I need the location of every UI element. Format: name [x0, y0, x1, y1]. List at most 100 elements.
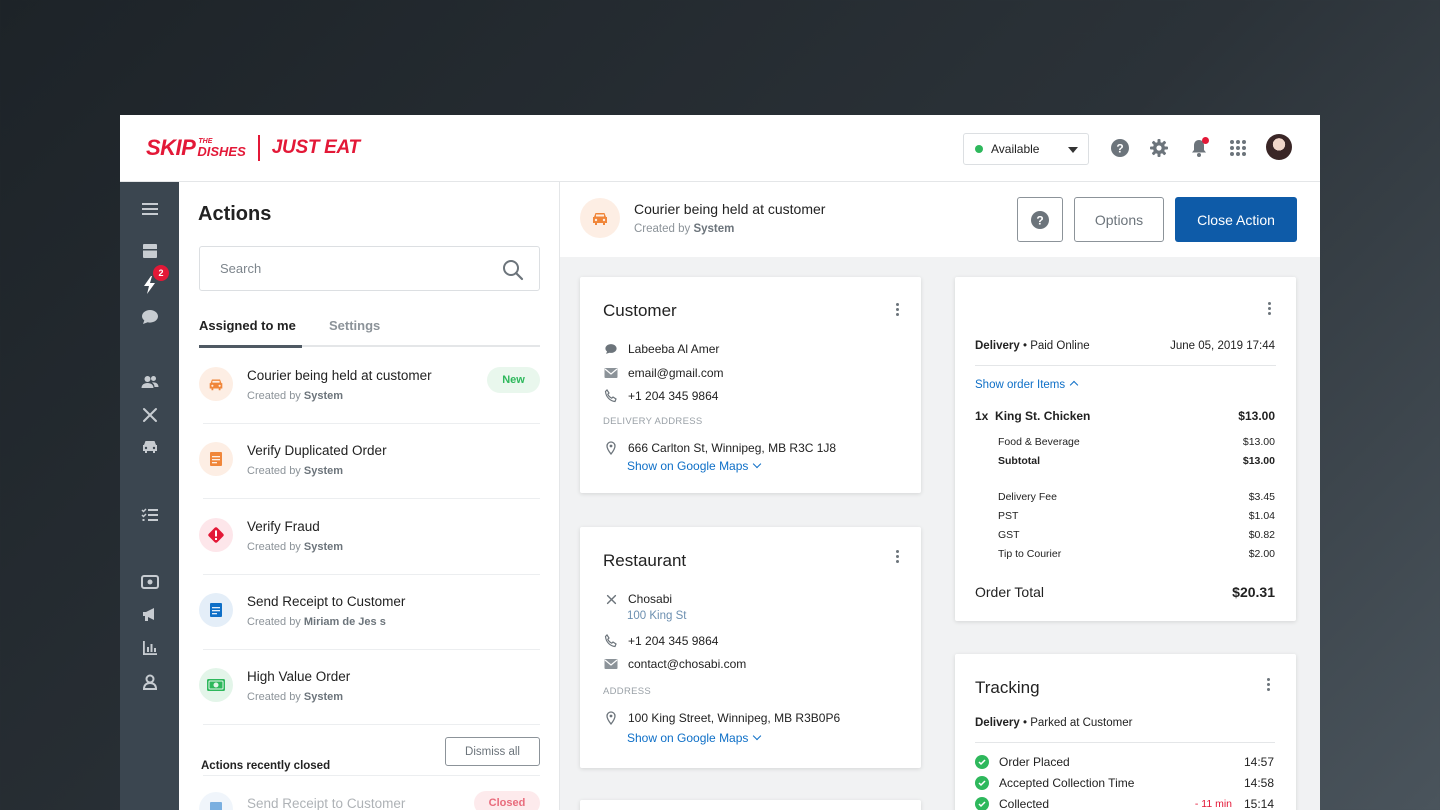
step-label: Collected: [999, 797, 1050, 810]
search-input[interactable]: [220, 261, 480, 276]
orders-icon[interactable]: [140, 241, 160, 261]
tracking-type: Delivery: [975, 717, 1020, 729]
check-circle-icon: [975, 755, 989, 769]
options-button[interactable]: Options: [1074, 197, 1164, 242]
order-total-row: Order Total $20.31: [975, 584, 1275, 600]
user-avatar[interactable]: [1266, 134, 1292, 160]
search-box[interactable]: [199, 246, 540, 291]
created-prefix: Created by: [247, 691, 301, 703]
show-order-items-toggle[interactable]: Show order Items: [975, 379, 1079, 391]
order-type: Delivery: [975, 340, 1020, 352]
availability-select[interactable]: Available: [963, 133, 1089, 165]
customer-phone[interactable]: +1 204 345 9864: [628, 389, 718, 403]
customer-email-row: email@gmail.com: [603, 365, 724, 381]
step-time: 14:58: [1243, 776, 1274, 790]
admin-icon[interactable]: [140, 672, 160, 692]
receipt-icon: [199, 593, 233, 627]
restaurant-street: 100 King St: [627, 610, 687, 622]
couriers-icon[interactable]: [140, 436, 160, 456]
payments-icon[interactable]: [140, 572, 160, 592]
tasks-icon[interactable]: [140, 505, 160, 525]
action-created-by: Created by Miriam de Jes s: [247, 616, 386, 628]
more-options-icon[interactable]: [1267, 678, 1271, 694]
customers-icon[interactable]: [140, 372, 160, 392]
apps-grid-icon[interactable]: [1228, 138, 1248, 158]
created-prefix: Created by: [247, 390, 301, 402]
more-options-icon[interactable]: [896, 550, 900, 566]
customer-email[interactable]: email@gmail.com: [628, 366, 724, 380]
restaurant-email[interactable]: contact@chosabi.com: [628, 657, 746, 671]
action-item[interactable]: Verify Fraud Created by System: [199, 500, 540, 575]
restaurants-icon[interactable]: [140, 405, 160, 425]
created-by-name: System: [303, 691, 344, 703]
phone-icon: [603, 633, 619, 649]
action-created-by: Created by System: [247, 390, 343, 402]
tracking-status-row: Delivery • Parked at Customer: [975, 717, 1133, 729]
restaurant-card: Restaurant Chosabi 100 King St +1 204 34…: [580, 527, 921, 768]
brand-logo[interactable]: SKIP THE DISHES JUST EAT: [146, 135, 360, 161]
price-line: GST $0.82: [998, 529, 1275, 541]
action-created-by: Created by System: [247, 541, 343, 553]
action-item[interactable]: Verify Duplicated Order Created by Syste…: [199, 424, 540, 499]
price-line: Tip to Courier $2.00: [998, 548, 1275, 560]
card-title: Customer: [603, 301, 677, 320]
price-line: Subtotal $13.00: [998, 455, 1275, 467]
notification-dot: [1202, 137, 1209, 144]
action-item[interactable]: High Value Order Created by System: [199, 650, 540, 725]
more-options-icon[interactable]: [1268, 302, 1272, 318]
action-detail-title: Courier being held at customer: [634, 201, 826, 217]
action-detail-created-by: Created by System: [634, 223, 734, 235]
created-prefix: Created by: [247, 616, 301, 628]
availability-value: Available: [991, 142, 1040, 156]
customer-address: 666 Carlton St, Winnipeg, MB R3C 1J8: [628, 441, 837, 455]
price-line-label: PST: [998, 510, 1019, 522]
action-item[interactable]: Courier being held at customer Created b…: [199, 349, 540, 424]
campaigns-icon[interactable]: [140, 604, 160, 624]
action-title: Send Receipt to Customer: [247, 594, 406, 609]
help-icon: ?: [1031, 210, 1049, 229]
chevron-down-icon: [753, 731, 762, 741]
divider: [203, 775, 540, 776]
help-button[interactable]: ?: [1017, 197, 1063, 242]
price-line-label: Subtotal: [998, 455, 1040, 467]
show-on-google-maps-link[interactable]: Show on Google Maps: [627, 731, 762, 745]
location-icon: [603, 440, 619, 456]
restaurant-icon: [603, 591, 619, 607]
price-line-value: $0.82: [1248, 529, 1275, 541]
order-total-label: Order Total: [975, 584, 1044, 600]
menu-icon[interactable]: [140, 199, 160, 219]
alert-icon: [199, 518, 233, 552]
show-on-google-maps-link[interactable]: Show on Google Maps: [627, 459, 762, 473]
customer-phone-row: +1 204 345 9864: [603, 388, 718, 404]
more-options-icon[interactable]: [896, 303, 900, 319]
document-icon: [199, 442, 233, 476]
created-by-name: System: [303, 541, 344, 553]
tab-assigned-to-me[interactable]: Assigned to me: [199, 318, 296, 333]
logo-divider: [257, 135, 260, 161]
maps-link-label: Show on Google Maps: [627, 731, 749, 745]
gear-icon[interactable]: [1149, 138, 1169, 158]
divider: [203, 724, 540, 725]
price-line: Food & Beverage $13.00: [998, 436, 1275, 448]
chat-icon[interactable]: [140, 307, 160, 327]
restaurant-name-row: Chosabi: [603, 591, 672, 607]
top-bar: SKIP THE DISHES JUST EAT Available ?: [120, 115, 1320, 182]
tab-settings[interactable]: Settings: [329, 318, 380, 333]
price-line-value: $2.00: [1248, 548, 1275, 560]
app-window: SKIP THE DISHES JUST EAT Available ? 2 A…: [120, 115, 1320, 810]
help-icon[interactable]: ?: [1110, 138, 1130, 158]
reports-icon[interactable]: [140, 638, 160, 658]
item-name: King St. Chicken: [995, 409, 1091, 423]
divider: [203, 498, 540, 499]
action-header: Courier being held at customer Created b…: [560, 182, 1320, 257]
mail-icon: [603, 365, 619, 381]
restaurant-phone[interactable]: +1 204 345 9864: [628, 634, 718, 648]
search-icon[interactable]: [502, 259, 524, 281]
status-badge: New: [487, 367, 540, 393]
logo-just-eat-text: JUST EAT: [271, 137, 360, 158]
action-item[interactable]: Send Receipt to Customer Created by Miri…: [199, 575, 540, 650]
close-action-button[interactable]: Close Action: [1175, 197, 1297, 242]
dismiss-all-button[interactable]: Dismiss all: [445, 737, 540, 766]
order-item-row: 1x King St. Chicken $13.00: [975, 409, 1275, 423]
check-circle-icon: [975, 797, 989, 810]
